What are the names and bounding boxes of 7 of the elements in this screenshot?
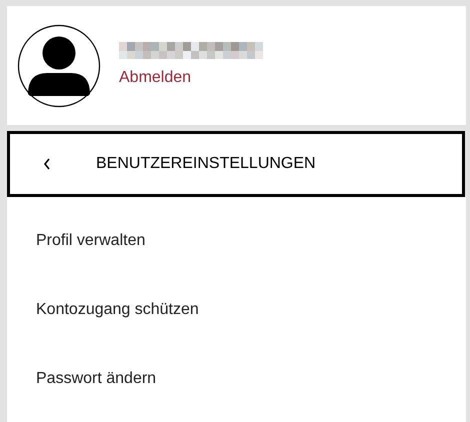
menu-item[interactable]: Kontozugang schützen	[7, 275, 466, 344]
avatar-icon	[17, 24, 101, 108]
back-header[interactable]: BENUTZEREINSTELLUNGEN	[7, 131, 465, 197]
menu-item[interactable]: Passwort ändern	[7, 344, 466, 413]
logout-link[interactable]: Abmelden	[119, 70, 267, 86]
chevron-left-icon	[43, 158, 51, 170]
menu-item[interactable]: Profil verwalten	[7, 206, 466, 275]
